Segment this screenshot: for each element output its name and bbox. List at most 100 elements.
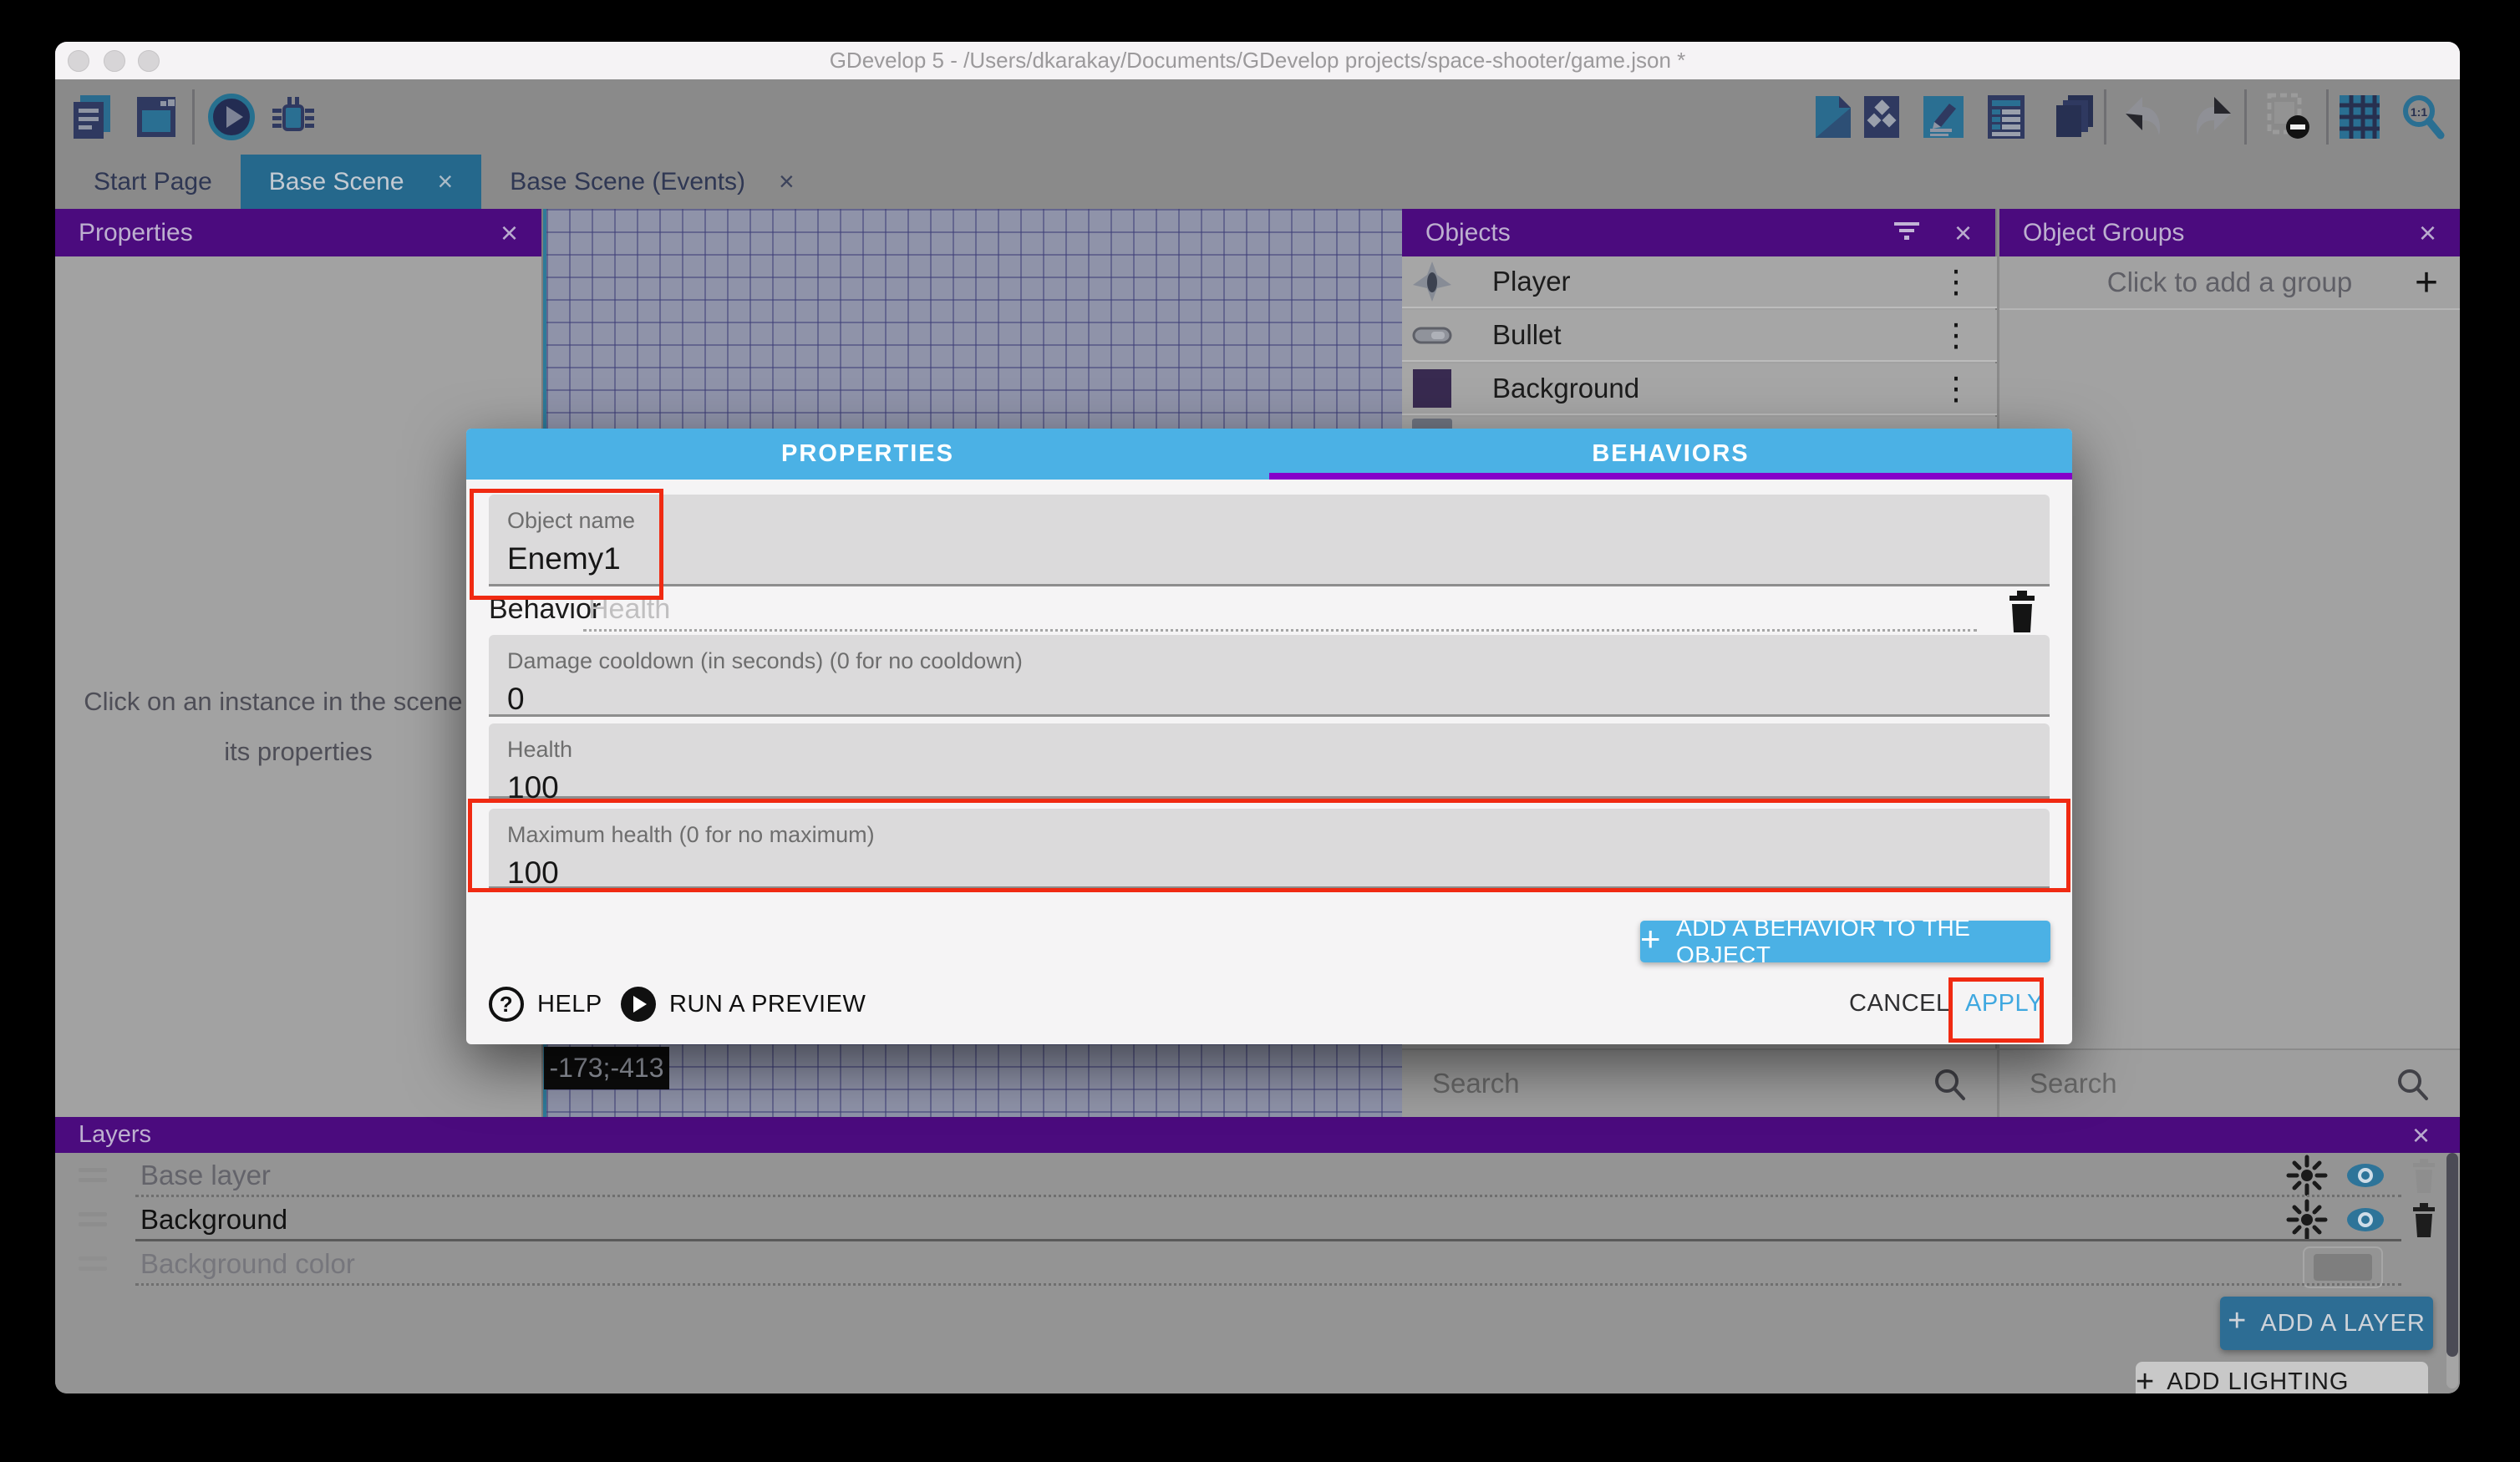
layers-scrollbar[interactable] [2446, 1153, 2458, 1388]
close-panel-icon[interactable]: × [2419, 218, 2436, 248]
run-preview-button[interactable]: RUN A PREVIEW [621, 987, 866, 1022]
background-color-swatch[interactable] [2303, 1246, 2383, 1288]
object-groups-panel-title: Object Groups [2023, 219, 2184, 247]
object-groups-search: Search [1999, 1048, 2460, 1117]
field-label: Health [507, 737, 2031, 763]
toolbar-separator [2104, 89, 2106, 145]
instances-list-icon[interactable] [1857, 92, 1906, 142]
field-label: Maximum health (0 for no maximum) [507, 822, 2031, 848]
add-group-icon[interactable]: + [2415, 260, 2438, 306]
maximum-health-field[interactable]: Maximum health (0 for no maximum) 100 [489, 809, 2050, 889]
add-layer-label: ADD A LAYER [2260, 1310, 2425, 1338]
close-tab-icon[interactable]: × [779, 166, 795, 197]
zoom-1to1-icon[interactable]: 1:1 [2399, 92, 2447, 142]
toolbar-separator [2244, 89, 2247, 145]
preview-options-icon[interactable] [2264, 92, 2313, 142]
fullscreen-window-button[interactable] [138, 50, 160, 72]
layer-name: Background color [140, 1248, 355, 1280]
redo-icon[interactable] [2187, 92, 2236, 142]
cancel-button[interactable]: CANCEL [1849, 990, 1950, 1018]
field-value: Enemy1 [507, 541, 2031, 576]
drag-handle-icon[interactable] [79, 1256, 107, 1271]
screenshot-stage: GDevelop 5 - /Users/dkarakay/Documents/G… [0, 0, 2520, 1462]
layer-row-base-layer[interactable]: Base layer [55, 1153, 2460, 1197]
tab-label: Start Page [94, 168, 212, 196]
drag-handle-icon[interactable] [79, 1212, 107, 1226]
close-panel-icon[interactable]: × [2412, 1120, 2430, 1150]
drag-handle-icon[interactable] [79, 1168, 107, 1182]
close-tab-icon[interactable]: × [438, 166, 454, 197]
edit-scene-properties-icon[interactable] [1919, 92, 1968, 142]
search-icon [2395, 1067, 2431, 1108]
objects-panel-header: Objects × [1402, 209, 1995, 256]
object-row-bullet[interactable]: Bullet ⋮ [1402, 310, 1997, 362]
layer-name: Background [140, 1204, 287, 1236]
visibility-eye-icon[interactable] [2345, 1155, 2386, 1196]
plus-icon: + [1640, 921, 1661, 957]
object-name: Bullet [1492, 319, 1562, 351]
minimize-window-button[interactable] [104, 50, 125, 72]
dialog-tab-properties[interactable]: PROPERTIES [466, 429, 1269, 480]
objects-search-input[interactable]: Search [1432, 1068, 1520, 1099]
object-menu-icon[interactable]: ⋮ [1940, 263, 1972, 301]
svg-text:1:1: 1:1 [2411, 105, 2427, 119]
add-behavior-button[interactable]: + ADD A BEHAVIOR TO THE OBJECT [1640, 921, 2050, 962]
filter-icon[interactable] [1891, 216, 1924, 251]
delete-layer-icon [2403, 1155, 2445, 1196]
object-menu-icon[interactable]: ⋮ [1940, 370, 1972, 408]
behavior-name-input[interactable]: Health [588, 593, 670, 626]
close-panel-icon[interactable]: × [1954, 218, 1972, 248]
field-value: 100 [507, 855, 2031, 891]
object-row-background[interactable]: Background ⋮ [1402, 363, 1997, 415]
dialog-tab-behaviors[interactable]: BEHAVIORS [1269, 429, 2072, 480]
row-divider [135, 1283, 2401, 1286]
add-layer-button[interactable]: + ADD A LAYER [2220, 1297, 2433, 1350]
visibility-eye-icon[interactable] [2345, 1199, 2386, 1241]
tab-base-scene-events[interactable]: Base Scene (Events) × [481, 155, 823, 209]
field-label: Object name [507, 508, 2031, 534]
behavior-label: Behavior [489, 593, 601, 626]
behavior-name-underline [583, 629, 1977, 632]
play-preview-icon[interactable] [207, 92, 256, 142]
help-button[interactable]: ? HELP [489, 987, 602, 1022]
export-project-icon[interactable] [1809, 92, 1857, 142]
center-view-icon[interactable] [2286, 1199, 2328, 1241]
delete-layer-icon[interactable] [2403, 1199, 2445, 1241]
object-row-player[interactable]: Player ⋮ [1402, 256, 1997, 308]
properties-panel-title: Properties [79, 219, 193, 247]
center-view-icon[interactable] [2286, 1155, 2328, 1196]
undo-icon[interactable] [2121, 92, 2169, 142]
tab-start-page[interactable]: Start Page [65, 155, 241, 209]
close-window-button[interactable] [68, 50, 89, 72]
objects-panel-icon[interactable] [2050, 92, 2098, 142]
tab-base-scene[interactable]: Base Scene × [241, 155, 481, 209]
events-sheet-icon[interactable] [1982, 92, 2030, 142]
close-panel-icon[interactable]: × [500, 218, 518, 248]
layer-row-background[interactable]: Background [55, 1197, 2460, 1241]
object-name-field[interactable]: Object name Enemy1 [489, 495, 2050, 586]
search-icon [1932, 1067, 1969, 1108]
object-menu-icon[interactable]: ⋮ [1940, 317, 1972, 354]
add-group-row[interactable]: Click to add a group + [1999, 256, 2460, 310]
layer-row-background-color[interactable]: Background color [55, 1241, 2460, 1286]
grid-icon[interactable] [2335, 92, 2384, 142]
active-tab-indicator [1269, 473, 2072, 480]
play-icon [621, 987, 656, 1022]
damage-cooldown-field[interactable]: Damage cooldown (in seconds) (0 for no c… [489, 635, 2050, 717]
project-manager-icon[interactable] [67, 92, 115, 142]
main-toolbar: 1:1 [55, 79, 2460, 155]
toolbar-separator [192, 89, 195, 145]
scene-editor-icon[interactable] [132, 92, 180, 142]
health-field[interactable]: Health 100 [489, 723, 2050, 799]
add-lighting-layer-button[interactable]: + ADD LIGHTING LAYER [2136, 1362, 2428, 1393]
object-groups-search-input[interactable]: Search [2030, 1068, 2117, 1099]
object-name: Background [1492, 373, 1639, 404]
window-title: GDevelop 5 - /Users/dkarakay/Documents/G… [830, 48, 1686, 74]
apply-button[interactable]: APPLY [1965, 990, 2044, 1018]
plus-icon: + [2136, 1366, 2155, 1393]
add-behavior-label: ADD A BEHAVIOR TO THE OBJECT [1676, 915, 2050, 968]
scrollbar-thumb[interactable] [2446, 1153, 2458, 1357]
background-sprite-icon [1410, 367, 1454, 410]
delete-behavior-icon[interactable] [2002, 589, 2042, 640]
debugger-icon[interactable] [269, 92, 318, 142]
